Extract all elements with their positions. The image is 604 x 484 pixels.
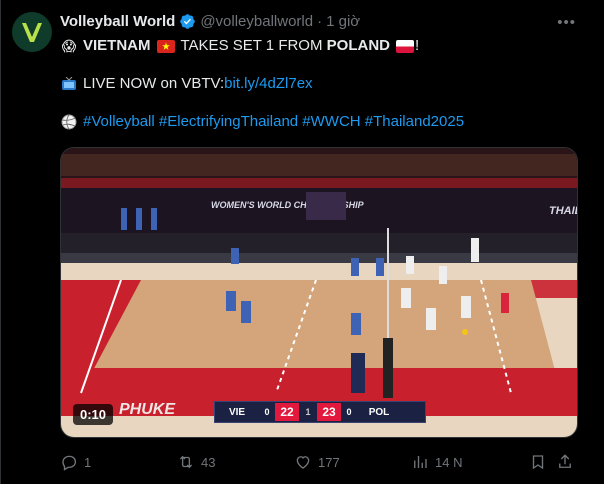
video-duration: 0:10 — [73, 404, 114, 425]
volleyball-match-video-frame: WOMEN'S WORLD CHAMPIONSHIP THAIL — [61, 148, 578, 437]
scoreboard-points-a: 22 — [275, 403, 299, 421]
scoreboard-sets-a: 0 — [264, 407, 270, 417]
more-options-icon[interactable]: ••• — [557, 14, 576, 31]
headline-middle: TAKES SET 1 FROM — [180, 37, 323, 54]
author-name[interactable]: Volleyball World — [60, 13, 175, 30]
like-count: 177 — [318, 454, 340, 470]
team-a-name: VIETNAM — [83, 37, 151, 54]
avatar[interactable] — [12, 12, 52, 52]
reply-count: 1 — [84, 454, 92, 470]
bookmark-button[interactable] — [529, 450, 547, 474]
tweet-text: 😱 VIETNAM TAKES SET 1 FROM POLAND ! LIVE… — [60, 36, 584, 132]
verified-badge-icon — [179, 13, 196, 30]
shocked-face-emoji: 😱 — [61, 38, 77, 54]
headline-line: 😱 VIETNAM TAKES SET 1 FROM POLAND ! — [60, 36, 584, 56]
scoreboard-sets-b: 0 — [346, 407, 352, 417]
hashtags[interactable]: #Volleyball #ElectrifyingThailand #WWCH … — [83, 112, 464, 132]
scoreboard-team-b: POL — [368, 406, 390, 418]
scoreboard: VIE 0 22 1 23 0 POL — [214, 401, 426, 423]
repost-icon — [179, 455, 193, 469]
scoreboard-points-b: 23 — [317, 403, 341, 421]
author-handle[interactable]: @volleyballworld — [200, 13, 313, 30]
action-bar: 1 43 177 14 N — [60, 450, 584, 474]
repost-button[interactable]: 43 — [177, 450, 215, 474]
views-count: 14 N — [435, 454, 463, 470]
timestamp[interactable]: 1 giờ — [326, 13, 360, 30]
television-icon — [60, 76, 78, 92]
banner-right-text: THAIL — [549, 205, 578, 217]
tweet-card[interactable]: Volleyball World @volleyballworld · 1 gi… — [0, 0, 604, 484]
live-line: LIVE NOW on VBTV: bit.ly/4dZl7ex — [60, 74, 584, 94]
exclamation: ! — [415, 37, 420, 54]
separator-dot: · — [317, 13, 323, 30]
volleyball-world-logo-icon — [22, 23, 42, 42]
reply-icon — [62, 455, 77, 471]
share-button[interactable] — [556, 450, 574, 474]
like-button[interactable]: 177 — [294, 450, 340, 474]
live-prefix: LIVE NOW on VBTV: — [83, 75, 225, 92]
vbtv-link[interactable]: bit.ly/4dZl7ex — [224, 74, 312, 94]
floor-text: PHUKE — [119, 401, 176, 418]
repost-count: 43 — [201, 454, 216, 470]
heart-icon — [296, 456, 310, 469]
volleyball-icon — [60, 114, 78, 130]
scoreboard-team-a: VIE — [228, 406, 246, 418]
views-chart-icon — [414, 456, 427, 468]
poland-flag-icon — [396, 39, 414, 53]
tweet-header: Volleyball World @volleyballworld · 1 gi… — [60, 13, 564, 30]
video-player[interactable]: WOMEN'S WORLD CHAMPIONSHIP THAIL — [60, 147, 578, 438]
scoreboard-set-indicator: 1 — [305, 407, 311, 417]
views-button[interactable]: 14 N — [411, 450, 462, 474]
team-b-name: POLAND — [326, 37, 390, 54]
share-icon — [559, 454, 571, 468]
bookmark-icon — [532, 455, 544, 470]
vietnam-flag-icon — [156, 39, 175, 53]
reply-button[interactable]: 1 — [60, 450, 91, 474]
hashtags-line: #Volleyball #ElectrifyingThailand #WWCH … — [60, 112, 584, 132]
